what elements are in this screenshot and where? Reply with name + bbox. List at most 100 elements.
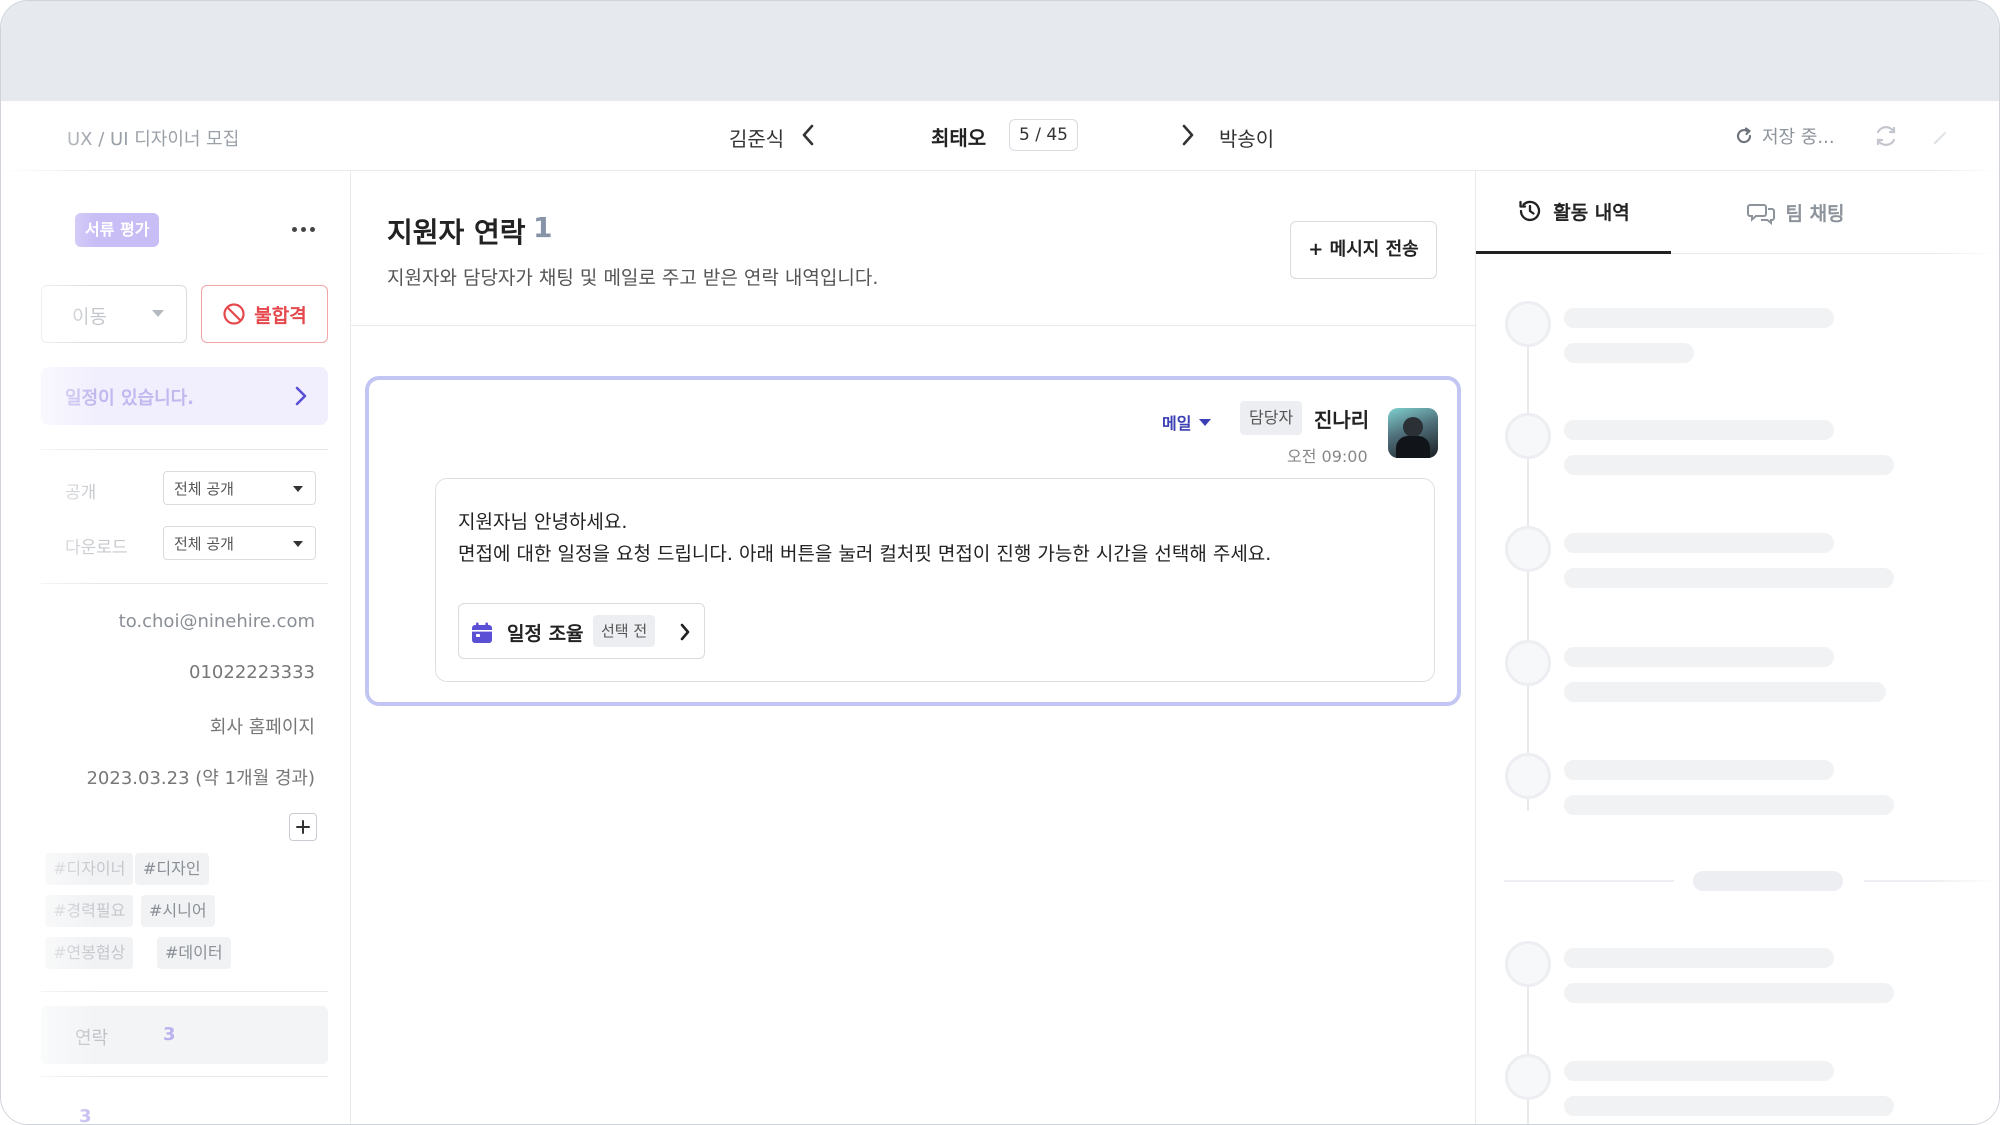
skeleton-line bbox=[1564, 308, 1834, 328]
timeline-line bbox=[1527, 966, 1529, 1124]
stage-badge: 서류 평가 bbox=[75, 213, 160, 247]
date-divider bbox=[1864, 880, 1999, 882]
tag[interactable]: #디자인 bbox=[135, 853, 209, 885]
applicant-email[interactable]: to.choi@ninehire.com bbox=[119, 611, 315, 632]
message-card[interactable]: 메일 담당자 진나리 오전 09:00 지원자님 안녕하세요. 면접에 대한 일… bbox=[365, 376, 1461, 706]
tab-team-chat[interactable]: 팀 채팅 bbox=[1721, 171, 1871, 254]
chevron-right-icon bbox=[679, 622, 691, 646]
tag[interactable]: #연봉협상 bbox=[45, 937, 134, 969]
applicant-source: 회사 홈페이지 bbox=[209, 717, 315, 738]
history-icon bbox=[1519, 200, 1541, 222]
send-message-button[interactable]: + 메시지 전송 bbox=[1290, 221, 1437, 279]
divider bbox=[41, 583, 328, 584]
breadcrumb[interactable]: UX / UI 디자이너 모집 bbox=[67, 125, 239, 151]
channel-dropdown[interactable]: 메일 bbox=[1162, 410, 1212, 434]
message-time: 오전 09:00 bbox=[1287, 447, 1368, 466]
contact-label: 연락 bbox=[75, 1028, 109, 1049]
skeleton-line bbox=[1564, 1061, 1834, 1081]
visibility-value: 전체 공개 bbox=[174, 480, 234, 498]
next-applicant-name[interactable]: 박송이 bbox=[1219, 123, 1274, 152]
chevron-left-icon[interactable] bbox=[801, 123, 815, 151]
timeline-node bbox=[1505, 1054, 1551, 1100]
skeleton-line bbox=[1564, 568, 1894, 588]
download-label: 다운로드 bbox=[65, 538, 128, 558]
message-body: 지원자님 안녕하세요. 면접에 대한 일정을 요청 드립니다. 아래 버튼을 눌… bbox=[435, 478, 1435, 682]
schedule-banner[interactable]: 일정이 있습니다. bbox=[41, 367, 328, 425]
timeline-node bbox=[1505, 941, 1551, 987]
save-status: 저장 중... bbox=[1734, 123, 1835, 149]
applicant-position-count: 5 / 45 bbox=[1009, 119, 1078, 151]
caret-down-icon bbox=[293, 486, 303, 492]
date-divider bbox=[1504, 880, 1674, 882]
date-divider-pill bbox=[1693, 871, 1843, 891]
panel-tabs: 활동 내역 팀 채팅 bbox=[1476, 171, 1999, 254]
skeleton-line bbox=[1564, 455, 1894, 475]
tag[interactable]: #경력필요 bbox=[45, 895, 134, 927]
sidebar-item-contact[interactable]: 연락 3 bbox=[41, 1006, 328, 1064]
divider bbox=[41, 991, 328, 992]
tag[interactable]: #데이터 bbox=[157, 937, 231, 969]
add-tag-button[interactable] bbox=[289, 813, 317, 841]
download-value: 전체 공개 bbox=[174, 535, 234, 553]
edit-icon[interactable] bbox=[1931, 127, 1951, 151]
caret-down-icon bbox=[152, 310, 164, 317]
current-applicant-name: 최태오 bbox=[931, 126, 987, 150]
main-header: 지원자 연락 1 지원자와 담당자가 채팅 및 메일로 주고 받은 연락 내역입… bbox=[351, 171, 1475, 326]
timeline-node bbox=[1505, 526, 1551, 572]
applicant-sidebar: 서류 평가 이동 불합격 일정이 있습니다. 공개 전체 공개 다운로드 전체 … bbox=[1, 171, 351, 1125]
prev-applicant-name[interactable]: 김준식 bbox=[729, 123, 784, 152]
chevron-right-icon[interactable] bbox=[1181, 123, 1195, 151]
tab-activity-label: 활동 내역 bbox=[1553, 201, 1630, 224]
skeleton-line bbox=[1564, 420, 1834, 440]
visibility-label: 공개 bbox=[65, 483, 97, 503]
skeleton-line bbox=[1564, 760, 1834, 780]
section-count: 3 bbox=[79, 1106, 92, 1125]
move-stage-select[interactable]: 이동 bbox=[41, 285, 187, 343]
caret-down-icon bbox=[1199, 418, 1212, 426]
top-bar: UX / UI 디자이너 모집 김준식 최태오 5 / 45 박송이 저장 중.… bbox=[1, 101, 1999, 171]
timeline-node bbox=[1505, 753, 1551, 799]
divider bbox=[41, 1076, 328, 1077]
more-options-button[interactable] bbox=[287, 213, 319, 245]
message-text: 면접에 대한 일정을 요청 드립니다. 아래 버튼을 눌러 컬처핏 면접이 진행… bbox=[458, 543, 1272, 565]
timeline-node bbox=[1505, 413, 1551, 459]
applied-date: 2023.03.23 (약 1개월 경과) bbox=[86, 768, 315, 789]
timeline-node bbox=[1505, 301, 1551, 347]
download-select[interactable]: 전체 공개 bbox=[163, 526, 316, 560]
skeleton-line bbox=[1564, 795, 1894, 815]
plus-icon bbox=[296, 820, 310, 834]
role-badge: 담당자 bbox=[1240, 401, 1303, 435]
skeleton-line bbox=[1564, 983, 1894, 1003]
window-chrome bbox=[1, 1, 1999, 101]
chevron-right-icon bbox=[294, 385, 308, 411]
refresh-icon bbox=[1736, 127, 1752, 144]
skeleton-line bbox=[1564, 533, 1834, 553]
divider bbox=[41, 449, 328, 450]
page-title-count: 1 bbox=[533, 211, 553, 244]
prohibited-icon bbox=[223, 303, 245, 325]
skeleton-line bbox=[1564, 343, 1694, 363]
visibility-select[interactable]: 전체 공개 bbox=[163, 471, 316, 505]
page-title: 지원자 연락 bbox=[387, 216, 526, 249]
tab-activity[interactable]: 활동 내역 bbox=[1476, 171, 1671, 254]
tag[interactable]: #디자이너 bbox=[45, 853, 134, 885]
reject-button[interactable]: 불합격 bbox=[201, 285, 328, 343]
skeleton-line bbox=[1564, 647, 1834, 667]
sync-icon[interactable] bbox=[1873, 123, 1899, 153]
schedule-coordination-button[interactable]: 일정 조율 선택 전 bbox=[458, 603, 705, 659]
timeline-node bbox=[1505, 640, 1551, 686]
save-status-text: 저장 중... bbox=[1762, 127, 1835, 148]
schedule-button-label: 일정 조율 bbox=[507, 623, 584, 645]
schedule-state-badge: 선택 전 bbox=[593, 615, 656, 647]
tag[interactable]: #시니어 bbox=[141, 895, 215, 927]
skeleton-line bbox=[1564, 948, 1834, 968]
applicant-phone: 01022223333 bbox=[189, 662, 315, 683]
skeleton-line bbox=[1564, 1096, 1894, 1116]
activity-panel: 활동 내역 팀 채팅 bbox=[1475, 171, 1999, 1124]
chat-icon bbox=[1747, 203, 1776, 225]
app-window: UX / UI 디자이너 모집 김준식 최태오 5 / 45 박송이 저장 중.… bbox=[0, 0, 2000, 1125]
channel-label: 메일 bbox=[1162, 414, 1192, 433]
reject-label: 불합격 bbox=[254, 304, 307, 327]
move-stage-value: 이동 bbox=[72, 306, 107, 328]
schedule-banner-text: 일정이 있습니다. bbox=[65, 388, 195, 409]
